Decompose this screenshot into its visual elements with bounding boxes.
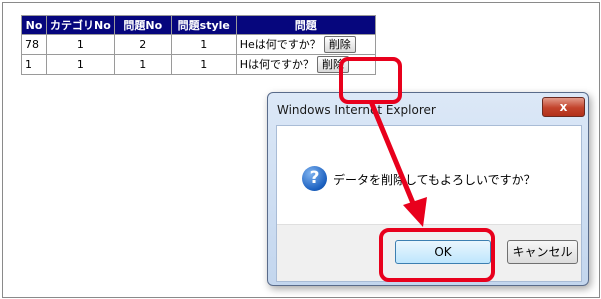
- column-header-no: No: [21, 15, 47, 35]
- question-text: Heは何ですか？: [239, 37, 321, 51]
- cell-no: 1: [21, 54, 47, 75]
- dialog-title: Windows Internet Explorer: [277, 103, 436, 117]
- question-icon: ?: [302, 166, 327, 191]
- delete-button[interactable]: 削除: [323, 36, 356, 54]
- ok-button-highlight: [379, 228, 495, 282]
- cell-category-no: 1: [46, 34, 115, 55]
- cancel-button[interactable]: キャンセル: [507, 240, 578, 264]
- cell-question-no: 1: [113, 54, 172, 75]
- cell-question: Heは何ですか？ 削除: [235, 34, 376, 55]
- column-header-question-style: 問題style: [170, 15, 237, 35]
- question-text: Hは何ですか？: [239, 57, 315, 71]
- cell-category-no: 1: [46, 54, 115, 75]
- cell-question-style: 1: [170, 34, 237, 55]
- table-row: 78 1 2 1 Heは何ですか？ 削除: [21, 34, 376, 55]
- close-button[interactable]: x: [542, 97, 585, 117]
- question-table: No カテゴリNo 問題No 問題style 問題 78 1 2 1 Heは何で…: [21, 15, 376, 75]
- column-header-category-no: カテゴリNo: [46, 15, 115, 35]
- table-row: 1 1 1 1 Hは何ですか？ 削除: [21, 54, 376, 75]
- delete-button-highlight: [339, 57, 402, 104]
- cell-question-no: 2: [113, 34, 172, 55]
- cell-question-style: 1: [170, 54, 237, 75]
- table-header-row: No カテゴリNo 問題No 問題style 問題: [21, 15, 376, 35]
- column-header-question: 問題: [235, 15, 376, 35]
- cell-no: 78: [21, 34, 47, 55]
- dialog-message: データを削除してもよろしいですか？: [333, 173, 536, 187]
- column-header-question-no: 問題No: [113, 15, 172, 35]
